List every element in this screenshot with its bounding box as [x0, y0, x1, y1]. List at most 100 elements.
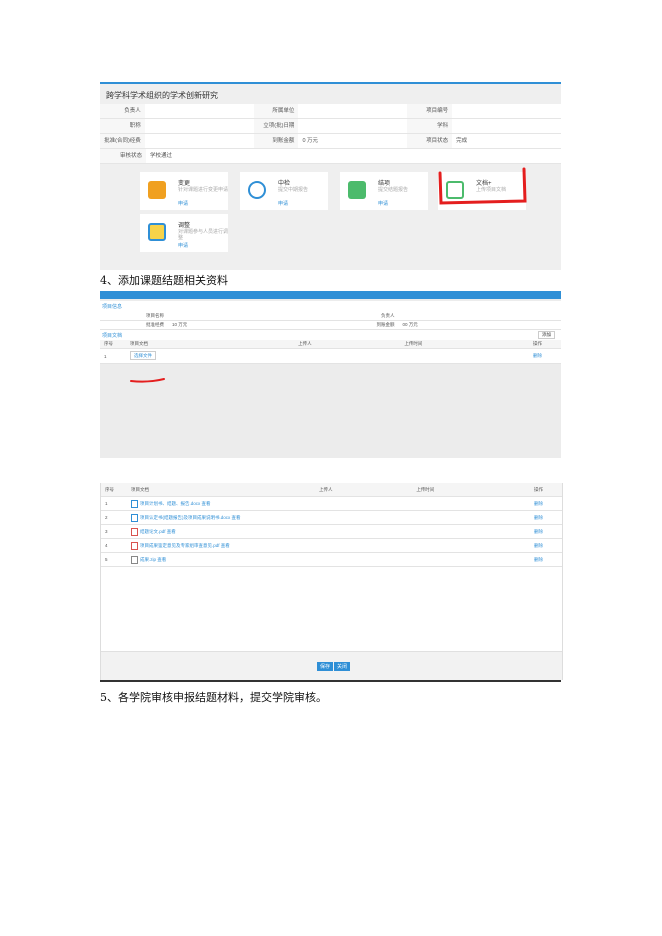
close-button[interactable]: 关闭 [334, 662, 351, 671]
field-label: 项目编号 [407, 104, 453, 118]
section-title: 项目信息 [102, 304, 123, 310]
field-label: 到账金额 [253, 134, 299, 148]
doc-section-header: 项目文档 添加 [100, 330, 561, 340]
document-table: 序号 项目文档 上传人 上传时间 操作 1 项目计划书、结题、报告.docx 查… [101, 483, 562, 567]
field-value [298, 119, 407, 133]
column-header: 操作 [530, 483, 562, 497]
midterm-card[interactable]: 中检 提交中期报告 申请 [240, 172, 328, 210]
upload-time [412, 496, 530, 511]
field-value: 10 万元 [168, 320, 331, 330]
docx-file-icon [131, 499, 138, 508]
info-row: 审核状态 学校通过 [100, 149, 561, 164]
card-title: 调整 [178, 223, 191, 229]
file-link[interactable]: 成果.zip 查看 [140, 557, 166, 562]
uploader [315, 510, 413, 525]
adjust-card[interactable]: 调整 对课题参与人员进行调整 申请 [140, 214, 228, 252]
delete-link[interactable]: 删除 [530, 496, 562, 511]
field-value [145, 119, 254, 133]
apply-link[interactable]: 申请 [278, 200, 288, 207]
refresh-icon [148, 181, 166, 199]
uploader [294, 348, 401, 364]
dialog-panel: 项目信息 项目名称 负责人 批准经费 10 万元 到账金额 00 万元 项目文档… [100, 301, 561, 364]
field-label: 学科 [407, 119, 453, 133]
screenshot-bottom-edge [100, 680, 561, 682]
file-link[interactable]: 项目成果鉴定意见及专家组审查意见.pdf 查看 [140, 543, 230, 548]
table-header: 序号 项目文档 上传人 上传时间 操作 [101, 483, 562, 497]
apply-link[interactable]: 申请 [178, 242, 188, 249]
add-button[interactable]: 添加 [538, 331, 555, 339]
uploader [315, 524, 413, 539]
delete-link[interactable]: 删除 [529, 348, 561, 364]
column-header: 上传人 [294, 340, 401, 349]
table-row: 1 项目计划书、结题、报告.docx 查看 删除 [101, 496, 562, 511]
field-value [452, 104, 561, 118]
upload-time [412, 538, 530, 553]
upload-time [412, 510, 530, 525]
row-index: 1 [101, 496, 127, 511]
conclusion-card[interactable]: 结项 提交结题报告 申请 [340, 172, 428, 210]
field-label: 所属单位 [253, 104, 299, 118]
column-header: 项目文档 [127, 483, 315, 497]
choose-file-button[interactable]: 选择文件 [130, 351, 156, 360]
card-title: 中检 [278, 181, 291, 187]
project-info-table: 项目名称 负责人 批准经费 10 万元 到账金额 00 万元 [100, 312, 561, 330]
field-value: 00 万元 [398, 320, 561, 330]
save-button[interactable]: 保存 [317, 662, 334, 671]
field-label: 批准经费 [100, 320, 168, 330]
file-link[interactable]: 项目认定书(结题报告)及项目成果说明书.docx 查看 [140, 515, 241, 520]
pdf-file-icon [131, 541, 138, 550]
field-value [145, 104, 254, 118]
field-label: 项目状态 [407, 134, 453, 148]
delete-link[interactable]: 删除 [530, 510, 562, 525]
field-label: 负责人 [100, 104, 145, 118]
adjust-icon [148, 223, 166, 241]
uploaded-documents-screenshot: 序号 项目文档 上传人 上传时间 操作 1 项目计划书、结题、报告.docx 查… [100, 483, 563, 680]
upload-time [412, 552, 530, 567]
field-value: 学校通过 [150, 153, 173, 159]
column-header: 序号 [100, 340, 126, 349]
section-title: 项目文档 [102, 333, 123, 339]
table-row: 5 成果.zip 查看 删除 [101, 552, 562, 567]
field-value: 0 万元 [302, 138, 319, 144]
delete-link[interactable]: 删除 [530, 538, 562, 553]
card-desc: 针对课题进行变更申请 [178, 187, 229, 193]
apply-link[interactable]: 申请 [378, 200, 388, 207]
underline-annotation [130, 378, 165, 383]
delete-link[interactable]: 删除 [530, 524, 562, 539]
column-header: 项目文档 [126, 340, 295, 349]
delete-link[interactable]: 删除 [530, 552, 562, 567]
highlight-annotation [438, 167, 527, 205]
project-info-grid: 负责人 所属单位 项目编号 职称 立项(批)日期 学科 批准(合同)经费 到账金… [100, 104, 561, 164]
uploader [315, 552, 413, 567]
column-header: 上传人 [315, 483, 413, 497]
info-row: 职称 立项(批)日期 学科 [100, 119, 561, 134]
change-card[interactable]: 变更 针对课题进行变更申请 申请 [140, 172, 228, 210]
table-header: 序号 项目文档 上传人 上传时间 操作 [100, 340, 561, 349]
field-label: 批准(合同)经费 [100, 134, 145, 148]
step-4-caption: 4、添加课题结题相关资料 [100, 274, 228, 287]
field-label: 职称 [100, 119, 145, 133]
field-label: 立项(批)日期 [253, 119, 299, 133]
dialog-footer: 保存 关闭 [101, 651, 562, 680]
apply-link[interactable]: 申请 [178, 200, 188, 207]
check-icon [348, 181, 366, 199]
row-index: 1 [100, 348, 126, 364]
file-link[interactable]: 结题论文.pdf 查看 [140, 529, 176, 534]
column-header: 上传时间 [412, 483, 530, 497]
step-5-caption: 5、各学院审核申报结题材料，提交学院审核。 [100, 691, 327, 704]
add-documents-screenshot: 项目信息 项目名称 负责人 批准经费 10 万元 到账金额 00 万元 项目文档… [100, 291, 561, 458]
info-row: 批准(合同)经费 到账金额 0 万元 项目状态 完成 [100, 134, 561, 149]
file-link[interactable]: 项目计划书、结题、报告.docx 查看 [140, 501, 211, 506]
field-value [168, 312, 331, 321]
info-row: 负责人 所属单位 项目编号 [100, 104, 561, 119]
clock-icon [248, 181, 266, 199]
table-row: 2 项目认定书(结题报告)及项目成果说明书.docx 查看 删除 [101, 510, 562, 525]
info-row: 项目名称 负责人 [100, 312, 561, 321]
column-header: 序号 [101, 483, 127, 497]
info-row: 批准经费 10 万元 到账金额 00 万元 [100, 320, 561, 330]
field-label: 到账金额 [330, 320, 399, 330]
field-value [452, 119, 561, 133]
field-label: 项目名称 [100, 312, 168, 321]
docx-file-icon [131, 513, 138, 522]
table-row: 3 结题论文.pdf 查看 删除 [101, 524, 562, 539]
